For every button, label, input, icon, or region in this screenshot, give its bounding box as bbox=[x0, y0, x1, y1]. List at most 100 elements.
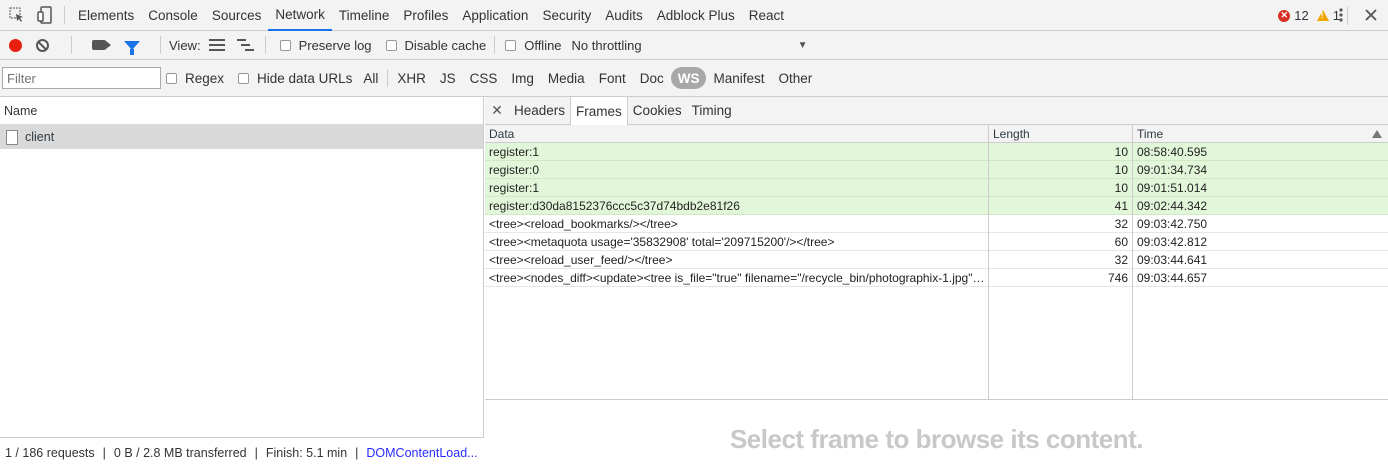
tab-elements[interactable]: Elements bbox=[71, 0, 141, 31]
frames-header: Data Length Time bbox=[485, 125, 1388, 143]
hide-data-urls-label: Hide data URLs bbox=[257, 70, 353, 86]
frame-data: register:1 bbox=[489, 181, 540, 195]
warning-icon bbox=[1316, 10, 1329, 21]
frame-data: <tree><metaquota usage='35832908' total=… bbox=[489, 235, 835, 249]
sort-ascending-icon bbox=[1372, 130, 1382, 138]
disable-cache-label: Disable cache bbox=[404, 37, 487, 53]
frame-data: register:1 bbox=[489, 145, 540, 159]
tab-timeline[interactable]: Timeline bbox=[332, 0, 397, 31]
filter-icon[interactable] bbox=[124, 40, 140, 55]
tab-adblock-plus[interactable]: Adblock Plus bbox=[650, 0, 742, 31]
record-button[interactable] bbox=[9, 38, 22, 52]
filter-type-manifest[interactable]: Manifest bbox=[706, 67, 771, 89]
column-divider[interactable] bbox=[1132, 125, 1133, 400]
more-options-icon[interactable] bbox=[1330, 4, 1352, 26]
filter-input[interactable] bbox=[2, 67, 161, 89]
toolbar-separator bbox=[160, 36, 161, 54]
frames-table: Data Length Time register:1 10 08:58:40.59… bbox=[485, 125, 1388, 400]
tab-console[interactable]: Console bbox=[141, 0, 205, 31]
frame-time: 08:58:40.595 bbox=[1137, 145, 1208, 159]
filter-type-img[interactable]: Img bbox=[504, 67, 541, 89]
filter-type-js[interactable]: JS bbox=[433, 67, 463, 89]
column-header-time[interactable]: Time bbox=[1137, 127, 1163, 141]
hide-data-urls-checkbox[interactable] bbox=[238, 72, 250, 84]
close-details-icon[interactable]: ✕ bbox=[485, 97, 509, 124]
tab-application[interactable]: Application bbox=[455, 0, 535, 31]
disable-cache-checkbox[interactable] bbox=[385, 39, 397, 51]
regex-checkbox[interactable] bbox=[166, 72, 177, 84]
overview-icon[interactable] bbox=[236, 39, 254, 51]
file-icon bbox=[6, 129, 18, 145]
throttling-select[interactable]: No throttling bbox=[572, 38, 642, 53]
resource-type-filters: All XHR JS CSS Img Media Font Doc WS Manifest Othe… bbox=[356, 67, 819, 89]
offline-label: Offline bbox=[524, 37, 562, 53]
request-row[interactable]: client bbox=[0, 125, 483, 149]
frame-row[interactable]: <tree><reload_user_feed/></tree> 32 09:03:… bbox=[485, 251, 1388, 269]
detail-tabbar: ✕ Headers Frames Cookies Timing bbox=[485, 97, 1388, 125]
frame-row[interactable]: register:0 10 09:01:34.734 bbox=[485, 161, 1388, 179]
frame-time: 09:03:42.812 bbox=[1137, 235, 1208, 249]
frame-length: 41 bbox=[1114, 199, 1128, 213]
frame-time: 09:03:44.657 bbox=[1137, 271, 1208, 285]
column-header-length[interactable]: Length bbox=[993, 127, 1030, 141]
tab-network[interactable]: Network bbox=[268, 0, 332, 31]
inspect-element-icon[interactable] bbox=[6, 4, 28, 26]
finish-time: Finish: 5.1 min bbox=[265, 445, 348, 460]
frame-time: 09:02:44.342 bbox=[1137, 199, 1208, 213]
frame-time: 09:01:51.014 bbox=[1137, 181, 1208, 195]
tab-react[interactable]: React bbox=[742, 0, 791, 31]
view-label: View: bbox=[169, 37, 201, 53]
frame-data: <tree><reload_user_feed/></tree> bbox=[489, 253, 673, 267]
device-mode-icon[interactable] bbox=[34, 4, 56, 26]
frame-data: <tree><reload_bookmarks/></tree> bbox=[489, 217, 678, 231]
detail-tab-timing[interactable]: Timing bbox=[687, 97, 737, 124]
name-column-header[interactable]: Name bbox=[0, 97, 483, 125]
column-divider[interactable] bbox=[988, 125, 989, 400]
tab-profiles[interactable]: Profiles bbox=[396, 0, 455, 31]
filter-type-media[interactable]: Media bbox=[541, 67, 592, 89]
regex-label: Regex bbox=[185, 70, 225, 86]
tab-security[interactable]: Security bbox=[535, 0, 598, 31]
frame-data: <tree><nodes_diff><update><tree is_file=… bbox=[489, 271, 985, 285]
filter-type-xhr[interactable]: XHR bbox=[390, 67, 433, 89]
close-devtools-icon[interactable] bbox=[1360, 4, 1382, 26]
capture-screenshots-icon[interactable] bbox=[92, 40, 111, 50]
frame-length: 10 bbox=[1114, 145, 1128, 159]
empty-frame-message: Select frame to browse its content. bbox=[729, 423, 1144, 454]
frame-row[interactable]: register:1 10 09:01:51.014 bbox=[485, 179, 1388, 197]
detail-tab-cookies[interactable]: Cookies bbox=[628, 97, 687, 124]
clear-button[interactable] bbox=[36, 38, 49, 52]
request-details: ✕ Headers Frames Cookies Timing Data Length… bbox=[485, 97, 1388, 467]
dropdown-arrow-icon[interactable]: ▼ bbox=[798, 40, 808, 51]
column-header-data[interactable]: Data bbox=[489, 127, 514, 141]
filter-type-font[interactable]: Font bbox=[592, 67, 633, 89]
frame-length: 746 bbox=[1107, 271, 1128, 285]
tab-audits[interactable]: Audits bbox=[598, 0, 650, 31]
filter-type-all[interactable]: All bbox=[356, 67, 385, 89]
detail-tab-headers[interactable]: Headers bbox=[509, 97, 570, 124]
frame-row[interactable]: register:1 10 08:58:40.595 bbox=[485, 143, 1388, 161]
frame-row[interactable]: <tree><nodes_diff><update><tree is_file=… bbox=[485, 269, 1388, 287]
frame-row[interactable]: <tree><metaquota usage='35832908' total=… bbox=[485, 233, 1388, 251]
frame-time: 09:03:44.641 bbox=[1137, 253, 1208, 267]
request-count: 1 / 186 requests bbox=[5, 445, 95, 460]
large-rows-icon[interactable] bbox=[208, 39, 225, 51]
toolbar-separator bbox=[494, 36, 496, 54]
preserve-log-checkbox[interactable] bbox=[279, 39, 291, 51]
frame-data: register:0 bbox=[489, 163, 540, 177]
offline-checkbox[interactable] bbox=[505, 39, 517, 51]
filter-type-ws[interactable]: WS bbox=[670, 67, 707, 89]
devtools-tabbar: Elements Console Sources Network Timeline Pro… bbox=[0, 0, 1388, 31]
filter-type-doc[interactable]: Doc bbox=[633, 67, 671, 89]
frame-time: 09:01:34.734 bbox=[1137, 163, 1208, 177]
frame-row[interactable]: register:d30da8152376ccc5c37d74bdb2e81f2… bbox=[485, 197, 1388, 215]
detail-tab-frames[interactable]: Frames bbox=[570, 97, 628, 125]
network-summary: 1 / 186 requests | 0 B / 2.8 MB transfer… bbox=[0, 437, 484, 467]
frame-row[interactable]: <tree><reload_bookmarks/></tree> 32 09:03:… bbox=[485, 215, 1388, 233]
frame-time: 09:03:42.750 bbox=[1137, 217, 1208, 231]
toolbar-separator bbox=[264, 36, 266, 54]
error-count: 12 bbox=[1294, 8, 1309, 23]
filter-type-css[interactable]: CSS bbox=[463, 67, 505, 89]
tab-sources[interactable]: Sources bbox=[205, 0, 269, 31]
filter-type-other[interactable]: Other bbox=[772, 67, 820, 89]
